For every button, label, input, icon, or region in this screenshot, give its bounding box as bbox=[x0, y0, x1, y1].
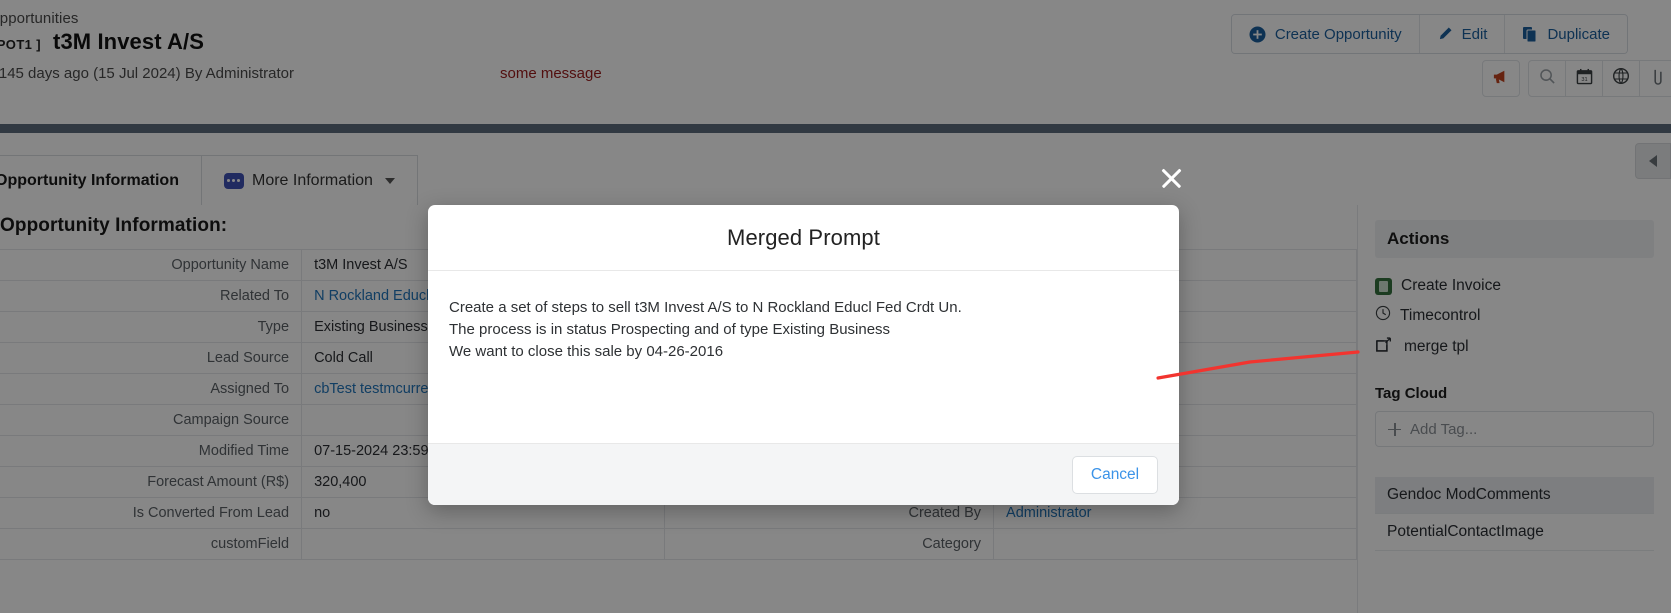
dialog-footer: Cancel bbox=[428, 443, 1179, 505]
prompt-line: The process is in status Prospecting and… bbox=[449, 321, 891, 339]
dialog-body: Create a set of steps to sell t3M Invest… bbox=[428, 271, 1179, 443]
app-root: Opportunities [ POT1 ] t3M Invest A/S ed… bbox=[0, 0, 1671, 613]
close-icon[interactable] bbox=[1156, 163, 1186, 193]
cancel-button[interactable]: Cancel bbox=[1072, 455, 1158, 494]
merged-prompt-dialog: Merged Prompt Create a set of steps to s… bbox=[428, 205, 1179, 505]
prompt-line: Create a set of steps to sell t3M Invest… bbox=[449, 299, 962, 316]
dialog-header: Merged Prompt bbox=[428, 205, 1179, 271]
prompt-line: We want to close this sale by 04-26-2016 bbox=[449, 343, 724, 361]
dialog-title: Merged Prompt bbox=[727, 224, 880, 250]
